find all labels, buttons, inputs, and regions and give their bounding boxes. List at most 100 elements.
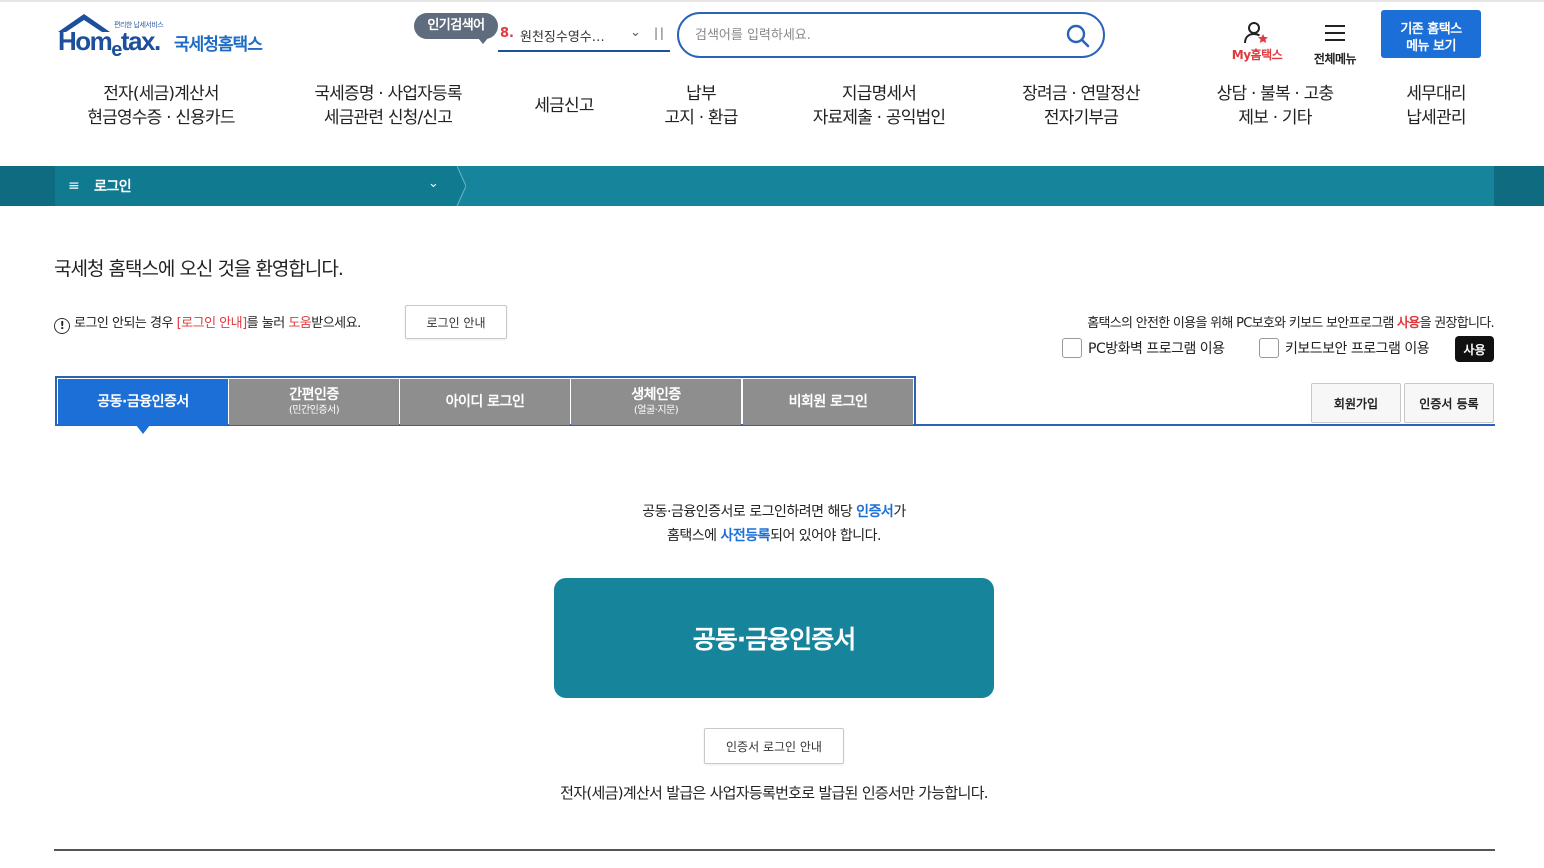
tab-id-login[interactable]: 아이디 로그인 — [400, 379, 570, 425]
my-hometax-label: My홈택스 — [1231, 48, 1283, 62]
content-divider — [54, 849, 1495, 851]
search-input[interactable] — [695, 24, 1055, 46]
certificate-guide-button[interactable]: 인증서 로그인 안내 — [704, 728, 844, 764]
pc-firewall-label: PC방화벽 프로그램 이용 — [1088, 341, 1225, 357]
popular-keyword[interactable]: 원천징수영수… — [520, 26, 616, 45]
notice-text: 를 눌러 — [246, 316, 289, 331]
desc-line2: 홈택스에 사전등록되어 있어야 합니다. — [554, 524, 994, 548]
tab-label: 생체인증 — [631, 387, 681, 403]
pause-icon[interactable]: | | — [654, 26, 664, 40]
desc-text: 홈택스에 — [667, 528, 721, 544]
use-button[interactable]: 사용 — [1455, 336, 1494, 362]
search-box — [677, 12, 1105, 58]
pc-firewall-option[interactable]: PC방화벽 프로그램 이용 — [1062, 338, 1225, 360]
gnb-line1: 국세증명 · 사업자등록 — [314, 84, 462, 104]
gnb-line1: 세무대리 — [1406, 84, 1466, 104]
gnb-line2: 세금관련 신청/신고 — [323, 108, 453, 128]
old-menu-button[interactable]: 기존 홈택스 메뉴 보기 — [1381, 10, 1481, 58]
location-bar: ≡ 로그인 ⌄ — [0, 166, 1544, 206]
logo-word: Hometax. — [58, 26, 161, 61]
gnb-item-einvoice[interactable]: 전자(세금)계산서 현금영수증 · 신용카드 — [79, 82, 243, 130]
top-border — [0, 0, 1544, 2]
old-menu-line1: 기존 홈택스 — [1400, 21, 1462, 37]
hamburger-icon — [1325, 25, 1345, 41]
notice-text: 로그인 안되는 경우 — [74, 316, 177, 331]
certificate-description: 공동·금융인증서로 로그인하려면 해당 인증서가 홈택스에 사전등록되어 있어야… — [554, 500, 994, 548]
notice-help: 도움 — [288, 316, 312, 331]
gnb-item-payment[interactable]: 납부 고지 · 환급 — [651, 82, 751, 130]
desc-line1: 공동·금융인증서로 로그인하려면 해당 인증서가 — [554, 500, 994, 524]
security-highlight: 사용 — [1397, 316, 1420, 331]
tab-label: 비회원 로그인 — [788, 394, 868, 410]
user-icon — [1244, 22, 1268, 44]
gnb-item-tax-report[interactable]: 세금신고 — [523, 94, 605, 118]
popular-rank: 8. — [500, 26, 514, 41]
main-navigation: 전자(세금)계산서 현금영수증 · 신용카드 국세증명 · 사업자등록 세금관련… — [55, 82, 1495, 142]
desc-text: 가 — [893, 504, 906, 520]
gnb-item-agent[interactable]: 세무대리 납세관리 — [1389, 82, 1483, 130]
all-menu-button[interactable]: 전체메뉴 — [1306, 22, 1364, 66]
gnb-line2: 현금영수증 · 신용카드 — [87, 108, 235, 128]
certificate-login-button[interactable]: 공동·금융인증서 — [554, 578, 994, 698]
tab-joint-certificate[interactable]: 공동·금융인증서 — [58, 379, 228, 434]
gnb-line2: 제보 · 기타 — [1238, 108, 1312, 128]
security-text: 을 권장합니다. — [1419, 316, 1495, 331]
gnb-item-consulting[interactable]: 상담 · 불복 · 고충 제보 · 기타 — [1201, 82, 1349, 130]
gnb-line1: 세금신고 — [534, 96, 594, 116]
security-notice: 홈택스의 안전한 이용을 위해 PC보호와 키보드 보안프로그램 사용을 권장합… — [1087, 312, 1494, 331]
tab-biometric[interactable]: 생체인증 (얼굴·지문) — [571, 379, 741, 425]
page-title: 국세청 홈택스에 오신 것을 환영합니다. — [54, 258, 344, 280]
gnb-line1: 지급명세서 — [841, 84, 917, 104]
logo-korean: 국세청홈택스 — [174, 35, 263, 55]
chevron-down-icon[interactable]: ⌄ — [428, 176, 439, 191]
popular-search-ticker[interactable]: 8. 원천징수영수… ⌄ | | — [498, 22, 670, 52]
my-hometax-button[interactable]: My홈택스 — [1222, 22, 1292, 66]
login-help-notice: ! 로그인 안되는 경우 [로그인 안내]를 눌러 도움받으세요. — [54, 312, 361, 334]
gnb-item-statement[interactable]: 지급명세서 자료제출 · 공익법인 — [799, 82, 959, 130]
login-tabs: 공동·금융인증서 간편인증 (민간인증서) 아이디 로그인 생체인증 (얼굴·지… — [55, 376, 1495, 434]
desc-highlight: 인증서 — [856, 504, 894, 520]
menu-list-icon: ≡ — [68, 178, 80, 194]
hometax-logo[interactable]: 편리한 납세서비스 Hometax. 국세청홈택스 — [56, 12, 276, 61]
breadcrumb-title: 로그인 — [94, 179, 132, 195]
gnb-line1: 전자(세금)계산서 — [103, 84, 219, 104]
gnb-line2: 고지 · 환급 — [664, 108, 738, 128]
popular-search-label: 인기검색어 — [414, 13, 498, 44]
chevron-down-icon[interactable]: ⌄ — [630, 25, 641, 40]
invoice-notice: 전자(세금)계산서 발급은 사업자등록번호로 발급된 인증서만 가능합니다. — [560, 784, 988, 802]
signup-button[interactable]: 회원가입 — [1311, 383, 1401, 423]
gnb-item-incentive[interactable]: 장려금 · 연말정산 전자기부금 — [1007, 82, 1155, 130]
gnb-line2: 전자기부금 — [1043, 108, 1119, 128]
info-icon: ! — [54, 318, 70, 334]
tab-simple-auth[interactable]: 간편인증 (민간인증서) — [229, 379, 399, 425]
search-icon[interactable] — [1065, 23, 1091, 49]
keyboard-security-checkbox[interactable] — [1259, 338, 1279, 358]
desc-text: 공동·금융인증서로 로그인하려면 해당 — [642, 504, 857, 520]
all-menu-label: 전체메뉴 — [1313, 52, 1357, 66]
notice-text: 받으세요. — [311, 316, 361, 331]
tab-guest-login[interactable]: 비회원 로그인 — [743, 379, 913, 425]
tab-label: 아이디 로그인 — [445, 394, 525, 410]
location-bar-edge-left — [0, 166, 55, 206]
tab-sublabel: (민간인증서) — [288, 405, 340, 416]
notice-link: [로그인 안내] — [176, 316, 248, 331]
gnb-line1: 장려금 · 연말정산 — [1022, 84, 1141, 104]
location-bar-edge-right — [1494, 166, 1544, 206]
tab-label: 공동·금융인증서 — [97, 394, 189, 410]
desc-text: 되어 있어야 합니다. — [770, 528, 881, 544]
keyboard-security-option[interactable]: 키보드보안 프로그램 이용 — [1259, 338, 1430, 360]
gnb-line2: 자료제출 · 공익법인 — [812, 108, 946, 128]
breadcrumb-arrow-icon — [446, 166, 466, 206]
gnb-item-certificate[interactable]: 국세증명 · 사업자등록 세금관련 신청/신고 — [299, 82, 477, 130]
tab-label: 간편인증 — [289, 387, 339, 403]
cert-register-button[interactable]: 인증서 등록 — [1404, 383, 1494, 423]
security-text: 홈택스의 안전한 이용을 위해 PC보호와 키보드 보안프로그램 — [1087, 316, 1398, 331]
desc-highlight: 사전등록 — [720, 528, 771, 544]
gnb-line1: 상담 · 불복 · 고충 — [1216, 84, 1334, 104]
tab-sublabel: (얼굴·지문) — [633, 405, 679, 416]
login-guide-button[interactable]: 로그인 안내 — [405, 305, 507, 339]
keyboard-security-label: 키보드보안 프로그램 이용 — [1285, 341, 1430, 357]
pc-firewall-checkbox[interactable] — [1062, 338, 1082, 358]
gnb-line1: 납부 — [686, 84, 716, 104]
old-menu-line2: 메뉴 보기 — [1406, 38, 1456, 54]
